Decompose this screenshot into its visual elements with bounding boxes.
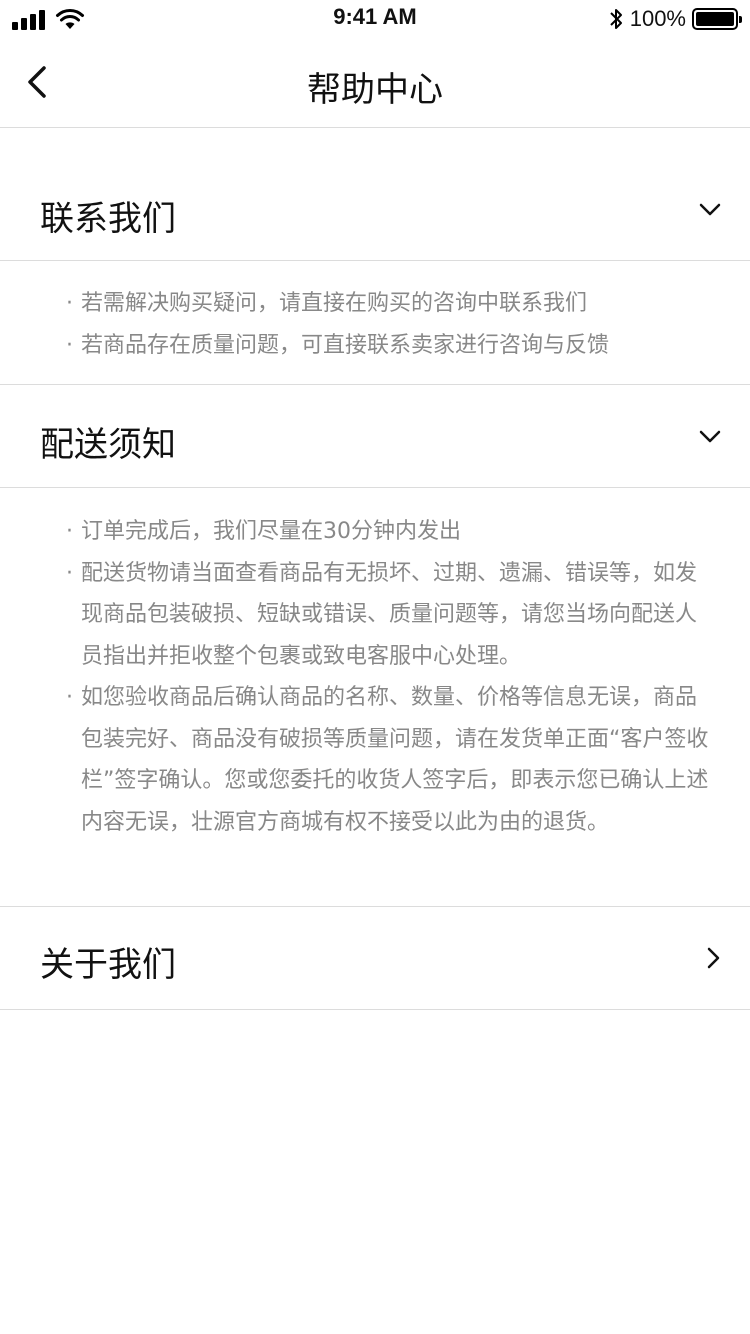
bullet-list: 若需解决购买疑问，请直接在购买的咨询中联系我们 若商品存在质量问题，可直接联系卖… xyxy=(66,283,710,367)
battery-percentage: 100% xyxy=(629,6,686,31)
page-title: 帮助中心 xyxy=(307,70,443,110)
section-title: 配送须知 xyxy=(40,425,176,465)
list-item: 如您验收商品后确认商品的名称、数量、价格等信息无误，商品包装完好、商品没有破损等… xyxy=(66,677,710,843)
list-item: 若需解决购买疑问，请直接在购买的咨询中联系我们 xyxy=(66,283,710,325)
list-item: 订单完成后，我们尽量在30分钟内发出 xyxy=(66,511,710,553)
section-title: 联系我们 xyxy=(40,199,176,239)
chevron-down-icon xyxy=(699,203,721,216)
list-item: 若商品存在质量问题，可直接联系卖家进行咨询与反馈 xyxy=(66,325,710,367)
section-body-delivery: 订单完成后，我们尽量在30分钟内发出 配送货物请当面查看商品有无损坏、过期、遗漏… xyxy=(0,488,750,907)
section-header-about[interactable]: 关于我们 xyxy=(0,907,750,1010)
list-item: 配送货物请当面查看商品有无损坏、过期、遗漏、错误等，如发现商品包装破损、短缺或错… xyxy=(66,553,710,678)
section-title: 关于我们 xyxy=(40,945,176,985)
chevron-down-icon xyxy=(699,430,721,443)
status-bar: 9:41 AM 100% xyxy=(0,0,750,40)
section-body-contact: 若需解决购买疑问，请直接在购买的咨询中联系我们 若商品存在质量问题，可直接联系卖… xyxy=(0,261,750,385)
bullet-list: 订单完成后，我们尽量在30分钟内发出 配送货物请当面查看商品有无损坏、过期、遗漏… xyxy=(66,511,710,843)
battery-icon xyxy=(692,8,742,30)
chevron-right-icon xyxy=(707,947,720,969)
status-right: 100% xyxy=(608,6,742,32)
section-header-contact[interactable]: 联系我们 xyxy=(0,159,750,261)
bluetooth-icon xyxy=(610,9,622,29)
navigation-bar: 帮助中心 xyxy=(0,40,750,128)
section-header-delivery[interactable]: 配送须知 xyxy=(0,385,750,488)
